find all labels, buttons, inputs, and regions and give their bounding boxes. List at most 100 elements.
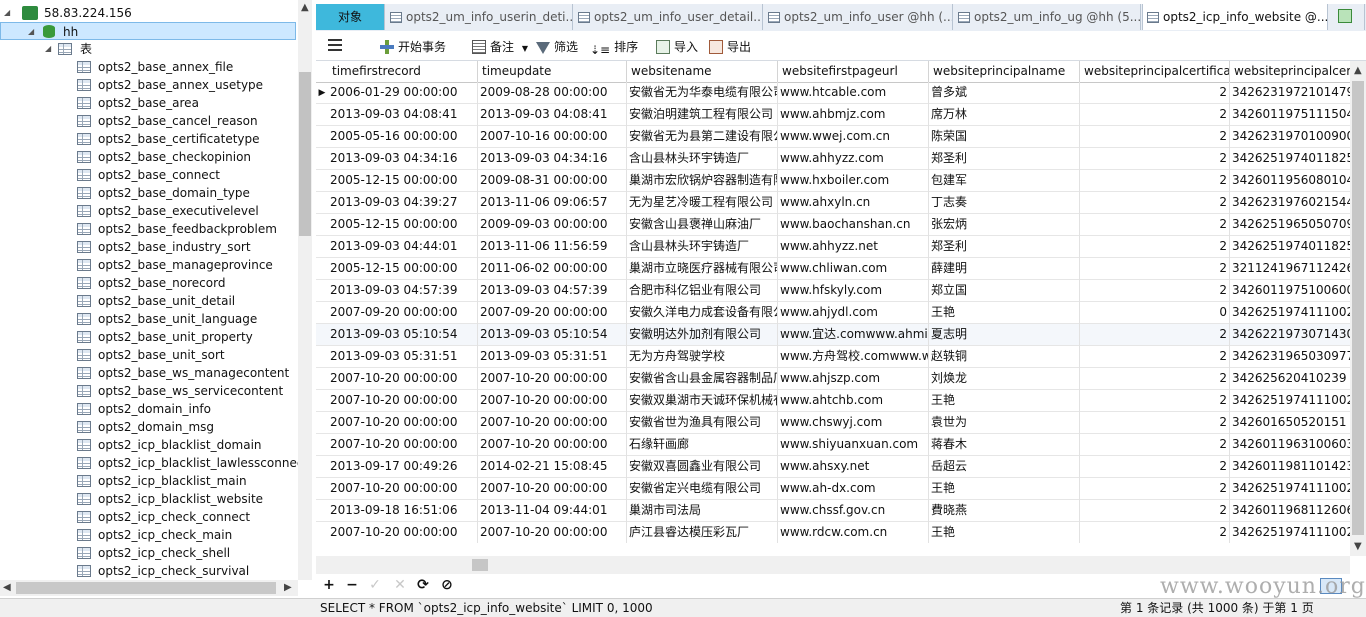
table-cell[interactable]: 安徽省无为县第二建设有限公司 [627,126,778,148]
stop-button[interactable]: ⊘ [438,576,456,594]
table-row[interactable]: 2007-10-20 00:00:00 2007-10-20 00:00:00 石缘… [316,434,1350,456]
table-cell[interactable]: 342601197511150457 [1230,104,1350,126]
table-cell[interactable]: 安徽双喜圆鑫业有限公司 [627,456,778,478]
table-cell[interactable]: 2007-10-20 00:00:00 [478,478,627,500]
table-cell[interactable]: 包建军 [929,170,1080,192]
collapse-arrow-icon[interactable]: ◢ [28,28,36,36]
table-cell[interactable]: 342625197411100242 [1230,390,1350,412]
tab-userin-detail[interactable]: opts2_um_info_userin_deti... [386,4,573,30]
table-cell[interactable]: 2011-06-02 00:00:00 [478,258,627,280]
table-cell[interactable]: 2007-10-20 00:00:00 [478,390,627,412]
begin-transaction-button[interactable]: 开始事务 [380,38,446,56]
table-cell[interactable]: 342601197510060018 [1230,280,1350,302]
tab-icp-info-website[interactable]: opts2_icp_info_website @... [1142,4,1328,30]
table-cell[interactable]: 342625197401182531 [1230,236,1350,258]
memo-button[interactable]: 备注 ▼ [472,38,528,56]
table-cell[interactable]: 2 [1080,522,1230,543]
add-record-button[interactable]: + [320,576,338,594]
tab-user-detail[interactable]: opts2_um_info_user_detail... [574,4,763,30]
tree-database-node[interactable]: ◢ hh [0,22,296,40]
table-cell[interactable]: 石缘轩画廊 [627,434,778,456]
table-row[interactable]: 2013-09-17 00:49:26 2014-02-21 15:08:45 安徽… [316,456,1350,478]
table-cell[interactable]: 342623197210147915 [1230,82,1350,104]
table-cell[interactable]: www.hxboiler.com [778,170,929,192]
column-header[interactable]: websiteprincipalname [929,61,1080,82]
table-cell[interactable]: 費晓燕 [929,500,1080,522]
table-row[interactable]: 2007-10-20 00:00:00 2007-10-20 00:00:00 庐江… [316,522,1350,543]
table-cell[interactable]: 2007-09-20 00:00:00 [328,302,478,324]
scroll-down-arrow-icon[interactable]: ▼ [1354,541,1362,552]
table-cell[interactable]: 2007-10-20 00:00:00 [328,478,478,500]
table-cell[interactable]: 2013-09-03 05:31:51 [328,346,478,368]
table-cell[interactable]: 342623197010090090 [1230,126,1350,148]
column-header[interactable]: timefirstrecord [328,61,478,82]
table-cell[interactable]: 陈荣国 [929,126,1080,148]
grid-horizontal-scrollbar[interactable] [316,556,1350,574]
table-row[interactable]: 2007-10-20 00:00:00 2007-10-20 00:00:00 安徽… [316,412,1350,434]
table-cell[interactable]: www.方舟驾校.comwww.wwfzjx.com [778,346,929,368]
table-cell[interactable]: www.ahhyzz.com [778,148,929,170]
table-row[interactable]: 2013-09-03 05:31:51 2013-09-03 05:31:51 无为… [316,346,1350,368]
table-cell[interactable]: 2 [1080,478,1230,500]
table-cell[interactable]: 岳超云 [929,456,1080,478]
table-cell[interactable]: 无为方舟驾驶学校 [627,346,778,368]
table-cell[interactable]: 2009-08-28 00:00:00 [478,82,627,104]
table-cell[interactable]: www.rdcw.com.cn [778,522,929,543]
table-row[interactable]: 2007-10-20 00:00:00 2007-10-20 00:00:00 安徽… [316,368,1350,390]
table-row[interactable]: 2007-10-20 00:00:00 2007-10-20 00:00:00 安徽… [316,478,1350,500]
table-cell[interactable]: 王艳 [929,302,1080,324]
scroll-thumb[interactable] [1352,81,1364,535]
scroll-thumb[interactable] [472,559,488,571]
table-cell[interactable]: 巢湖市立晓医疗器械有限公司 [627,258,778,280]
table-cell[interactable]: 含山县林头环宇铸造厂 [627,236,778,258]
table-cell[interactable]: 安徽明达外加剂有限公司 [627,324,778,346]
table-cell[interactable]: 巢湖市司法局 [627,500,778,522]
filter-button[interactable]: 筛选 [536,38,578,56]
table-cell[interactable]: 2007-10-20 00:00:00 [328,390,478,412]
table-cell[interactable]: 2013-09-18 16:51:06 [328,500,478,522]
table-cell[interactable]: 2 [1080,456,1230,478]
table-cell[interactable]: 席万林 [929,104,1080,126]
table-cell[interactable]: 2 [1080,236,1230,258]
table-cell[interactable]: 2013-11-06 09:06:57 [478,192,627,214]
table-cell[interactable]: 342601195608010410 [1230,170,1350,192]
table-cell[interactable]: 曾多斌 [929,82,1080,104]
table-cell[interactable]: 2013-09-03 04:57:39 [478,280,627,302]
table-cell[interactable]: 2013-09-03 05:10:54 [328,324,478,346]
table-cell[interactable]: 2013-09-03 05:10:54 [478,324,627,346]
scroll-left-arrow-icon[interactable]: ◀ [3,582,11,593]
table-row[interactable]: 2007-09-20 00:00:00 2007-09-20 00:00:00 安徽… [316,302,1350,324]
table-cell[interactable]: 0 [1080,302,1230,324]
column-header[interactable]: websiteprincipalcert [1230,61,1350,82]
table-cell[interactable]: 2013-09-03 04:34:16 [478,148,627,170]
table-cell[interactable]: 342625620410239 [1230,368,1350,390]
table-row[interactable]: ▶ 2006-01-29 00:00:00 2009-08-28 00:00:00 安… [316,82,1350,104]
table-cell[interactable]: 2013-09-03 04:08:41 [328,104,478,126]
table-cell[interactable]: 342623197602154437 [1230,192,1350,214]
table-cell[interactable]: 342625197411100242 [1230,478,1350,500]
table-cell[interactable]: 无为星艺冷暖工程有限公司 [627,192,778,214]
table-cell[interactable]: 2005-12-15 00:00:00 [328,170,478,192]
table-cell[interactable]: 2 [1080,214,1230,236]
table-row[interactable]: 2013-09-03 04:08:41 2013-09-03 04:08:41 安徽… [316,104,1350,126]
table-cell[interactable]: 2 [1080,126,1230,148]
table-row[interactable]: 2013-09-03 04:39:27 2013-11-06 09:06:57 无为… [316,192,1350,214]
table-cell[interactable]: www.wwej.com.cn [778,126,929,148]
export-button[interactable]: 导出 [709,38,751,56]
table-cell[interactable]: www.ahxyln.cn [778,192,929,214]
table-cell[interactable]: www.ahjszp.com [778,368,929,390]
column-header[interactable]: websitefirstpageurl [778,61,929,82]
scroll-up-arrow-icon[interactable]: ▲ [1354,65,1362,76]
discard-changes-button[interactable]: ✕ [391,576,409,594]
table-cell[interactable]: www.htcable.com [778,82,929,104]
table-cell[interactable]: 安徽久洋电力成套设备有限公司 [627,302,778,324]
menu-button[interactable] [328,38,342,56]
table-cell[interactable]: 342625196505070995 [1230,214,1350,236]
table-row[interactable]: 2007-10-20 00:00:00 2007-10-20 00:00:00 安徽… [316,390,1350,412]
table-row[interactable]: 2013-09-18 16:51:06 2013-11-04 09:44:01 巢湖… [316,500,1350,522]
table-cell[interactable]: 安徽省无为华泰电缆有限公司 [627,82,778,104]
table-cell[interactable]: www.chssf.gov.cn [778,500,929,522]
table-cell[interactable]: 2 [1080,170,1230,192]
table-cell[interactable]: 342601650520151 [1230,412,1350,434]
table-cell[interactable]: 庐江县睿达模压彩瓦厂 [627,522,778,543]
